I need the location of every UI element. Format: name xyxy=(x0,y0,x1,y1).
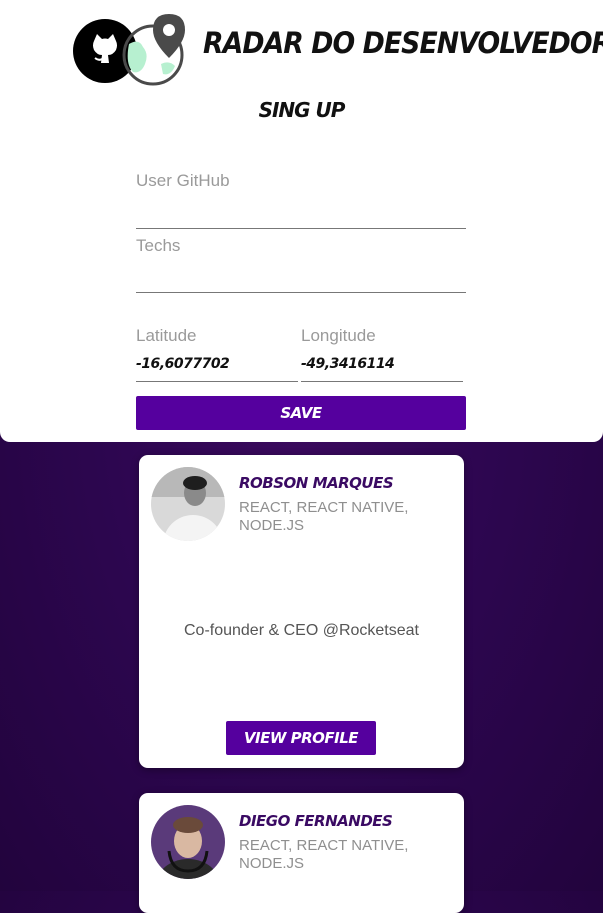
dev-name: ROBSON MARQUES xyxy=(239,474,394,492)
save-button[interactable]: SAVE xyxy=(136,396,466,430)
longitude-underline xyxy=(301,381,463,382)
map-pin-icon xyxy=(153,14,185,58)
avatar xyxy=(151,467,225,541)
latitude-underline xyxy=(136,381,298,382)
techs-input[interactable] xyxy=(136,265,466,289)
github-user-label: User GitHub xyxy=(136,171,230,190)
techs-label: Techs xyxy=(136,236,181,255)
longitude-label: Longitude xyxy=(301,326,376,345)
avatar-photo xyxy=(151,467,225,541)
app-logo xyxy=(73,14,185,86)
form-title: SING UP xyxy=(258,98,346,122)
dev-techs: REACT, REACT NATIVE, NODE.JS xyxy=(239,837,409,872)
dev-bio: Co-founder & CEO @Rocketseat xyxy=(183,622,419,639)
avatar xyxy=(151,805,225,879)
app-title: RADAR DO DESENVOLVEDOR xyxy=(203,26,603,60)
techs-underline xyxy=(136,292,466,293)
avatar-photo xyxy=(151,805,225,879)
github-user-input[interactable] xyxy=(136,200,466,224)
view-profile-button[interactable]: VIEW PROFILE xyxy=(226,721,376,755)
longitude-input[interactable] xyxy=(301,354,461,374)
dev-card: ROBSON MARQUES REACT, REACT NATIVE, NODE… xyxy=(139,455,464,768)
github-user-underline xyxy=(136,228,466,229)
dev-card: DIEGO FERNANDES REACT, REACT NATIVE, NOD… xyxy=(139,793,464,913)
latitude-label: Latitude xyxy=(136,326,197,345)
dev-techs: REACT, REACT NATIVE, NODE.JS xyxy=(239,499,409,534)
signup-panel: RADAR DO DESENVOLVEDOR SING UP User GitH… xyxy=(0,0,603,442)
github-icon xyxy=(73,19,137,83)
dev-name: DIEGO FERNANDES xyxy=(239,812,393,830)
latitude-input[interactable] xyxy=(136,354,296,374)
